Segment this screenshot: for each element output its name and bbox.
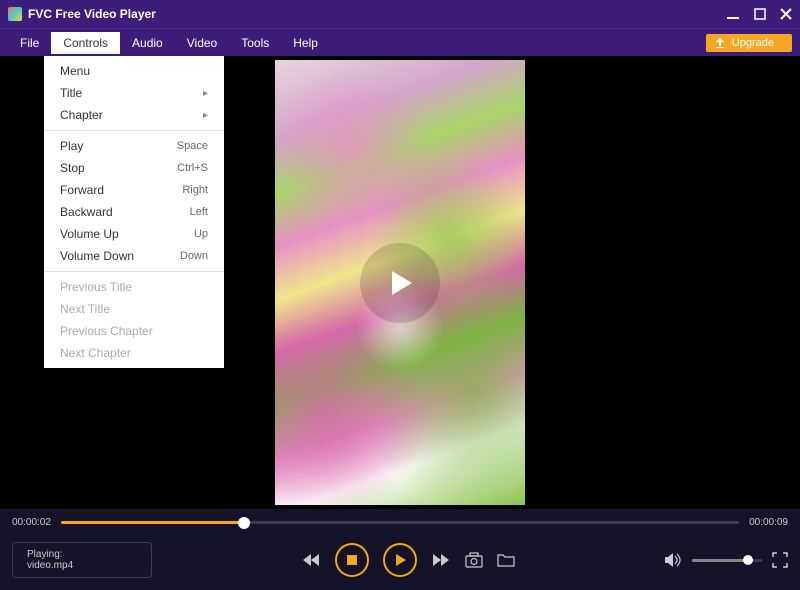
play-icon [393, 553, 407, 567]
open-file-button[interactable] [497, 552, 515, 568]
volume-button[interactable] [664, 552, 682, 568]
menu-video[interactable]: Video [175, 32, 229, 54]
folder-icon [497, 552, 515, 568]
dd-volume-down[interactable]: Volume DownDown [44, 245, 224, 267]
menu-audio[interactable]: Audio [120, 32, 175, 54]
dd-previous-title: Previous Title [44, 276, 224, 298]
rewind-button[interactable] [301, 552, 321, 568]
right-controls [664, 552, 788, 568]
dd-chapter[interactable]: Chapter▸ [44, 104, 224, 126]
seek-bar[interactable] [61, 521, 739, 524]
playing-filename: video.mp4 [27, 560, 137, 571]
dd-play[interactable]: PlaySpace [44, 135, 224, 157]
dd-next-title: Next Title [44, 298, 224, 320]
volume-thumb[interactable] [743, 555, 753, 565]
menu-file[interactable]: File [8, 32, 51, 54]
close-button[interactable] [780, 8, 792, 20]
seek-fill [61, 521, 244, 524]
speaker-icon [664, 552, 682, 568]
stop-icon [346, 554, 358, 566]
now-playing-box: Playing: video.mp4 [12, 542, 152, 578]
play-overlay-button[interactable] [360, 243, 440, 323]
dd-forward[interactable]: ForwardRight [44, 179, 224, 201]
fullscreen-icon [772, 552, 788, 568]
minimize-button[interactable] [726, 7, 740, 21]
volume-fill [692, 559, 748, 562]
snapshot-button[interactable] [465, 552, 483, 568]
controls-dropdown: Menu Title▸ Chapter▸ PlaySpace StopCtrl+… [44, 56, 224, 368]
dd-backward[interactable]: BackwardLeft [44, 201, 224, 223]
seek-thumb[interactable] [238, 517, 250, 529]
menu-tools[interactable]: Tools [229, 32, 281, 54]
dropdown-separator [44, 130, 224, 131]
chevron-right-icon: ▸ [203, 110, 208, 121]
stop-button[interactable] [335, 543, 369, 577]
play-icon [380, 263, 420, 303]
titlebar: FVC Free Video Player [0, 0, 800, 28]
fullscreen-button[interactable] [772, 552, 788, 568]
dd-title[interactable]: Title▸ [44, 82, 224, 104]
dd-menu[interactable]: Menu [44, 60, 224, 82]
dd-stop[interactable]: StopCtrl+S [44, 157, 224, 179]
app-title: FVC Free Video Player [28, 7, 726, 21]
dd-next-chapter: Next Chapter [44, 342, 224, 364]
video-frame [275, 60, 525, 505]
play-button[interactable] [383, 543, 417, 577]
dd-previous-chapter: Previous Chapter [44, 320, 224, 342]
menu-controls[interactable]: Controls [51, 32, 120, 54]
volume-slider[interactable] [692, 559, 762, 562]
fast-forward-button[interactable] [431, 552, 451, 568]
current-time: 00:00:02 [12, 517, 51, 528]
chevron-right-icon: ▸ [203, 88, 208, 99]
menu-help[interactable]: Help [281, 32, 330, 54]
controls-area: 00:00:02 00:00:09 Playing: video.mp4 [0, 509, 800, 590]
dd-volume-up[interactable]: Volume UpUp [44, 223, 224, 245]
playing-label: Playing: [27, 549, 137, 560]
total-time: 00:00:09 [749, 517, 788, 528]
menubar: File Controls Audio Video Tools Help Upg… [0, 28, 800, 56]
transport-controls [301, 543, 515, 577]
upload-icon [714, 37, 726, 49]
dropdown-separator [44, 271, 224, 272]
upgrade-button[interactable]: Upgrade [706, 34, 792, 52]
camera-icon [465, 552, 483, 568]
app-logo-icon [8, 7, 22, 21]
maximize-button[interactable] [754, 8, 766, 20]
upgrade-label: Upgrade [732, 37, 774, 49]
